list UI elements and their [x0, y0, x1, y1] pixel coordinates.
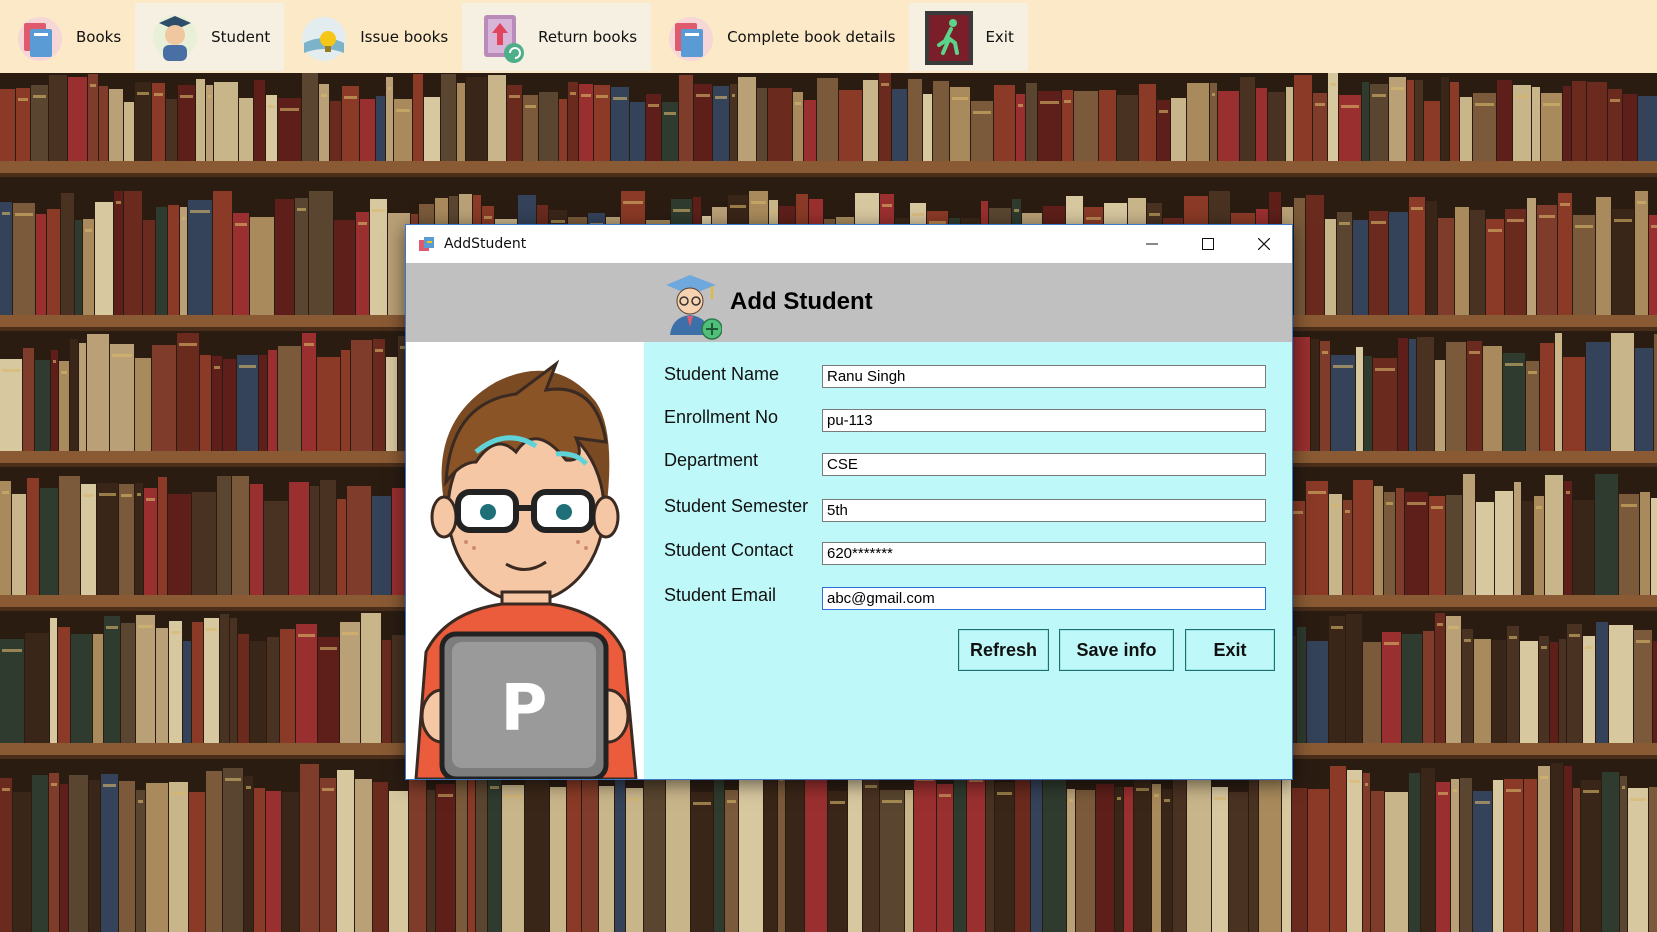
menu-item-label: Issue books [360, 28, 449, 46]
maximize-button[interactable] [1180, 225, 1236, 263]
department-input[interactable] [822, 453, 1266, 476]
dialog-header: Add Student [406, 263, 1292, 342]
return-books-icon [476, 9, 528, 65]
add-student-icon [666, 275, 722, 340]
save-info-button[interactable]: Save info [1059, 629, 1174, 671]
label-enrollment-no: Enrollment No [664, 407, 779, 427]
menu-item-label: Complete book details [727, 28, 896, 46]
email-input[interactable] [822, 587, 1266, 610]
label-student-email: Student Email [664, 585, 777, 605]
close-icon [1258, 238, 1270, 250]
student-form: Student Name Enrollment No Department St… [644, 342, 1292, 779]
label-student-name: Student Name [664, 364, 780, 384]
student-name-input[interactable] [822, 365, 1266, 388]
books-icon [14, 9, 66, 65]
menu-item-student[interactable]: Student [135, 3, 285, 71]
menu-item-return-books[interactable]: Return books [462, 3, 652, 71]
menu-item-label: Student [211, 28, 271, 46]
student-icon [149, 9, 201, 65]
dialog-body: P Student Name Enrollment No Department … [406, 342, 1292, 779]
student-illustration: P [406, 342, 644, 779]
menu-item-label: Books [76, 28, 122, 46]
dialog-title: AddStudent [444, 236, 527, 252]
issue-books-icon [298, 9, 350, 65]
minimize-icon [1146, 243, 1158, 245]
menu-item-issue-books[interactable]: Issue books [284, 3, 462, 71]
close-button[interactable] [1236, 225, 1292, 263]
menu-item-book-details[interactable]: Complete book details [651, 3, 909, 71]
dialog-titlebar[interactable]: AddStudent [406, 225, 1292, 263]
exit-icon [923, 9, 975, 65]
book-details-icon [665, 9, 717, 65]
laptop-logo: P [501, 672, 548, 746]
contact-input[interactable] [822, 542, 1266, 565]
label-student-contact: Student Contact [664, 540, 794, 560]
top-menu: Books Student Issue books Return books C… [0, 0, 1657, 73]
minimize-button[interactable] [1124, 225, 1180, 263]
dialog-heading: Add Student [730, 288, 873, 315]
menu-item-books[interactable]: Books [0, 3, 135, 71]
maximize-icon [1202, 238, 1214, 250]
add-student-dialog: AddStudent Add Student P Student Name Ra… [405, 224, 1293, 780]
menu-item-label: Return books [538, 28, 638, 46]
app-icon [419, 237, 434, 251]
refresh-button[interactable]: Refresh [958, 629, 1049, 671]
label-department: Department [664, 450, 759, 470]
enrollment-no-input[interactable] [822, 409, 1266, 432]
exit-button[interactable]: Exit [1185, 629, 1275, 671]
menu-item-exit[interactable]: Exit [909, 3, 1028, 71]
menu-item-label: Exit [985, 28, 1014, 46]
label-student-semester: Student Semester [664, 496, 809, 516]
semester-input[interactable] [822, 499, 1266, 522]
